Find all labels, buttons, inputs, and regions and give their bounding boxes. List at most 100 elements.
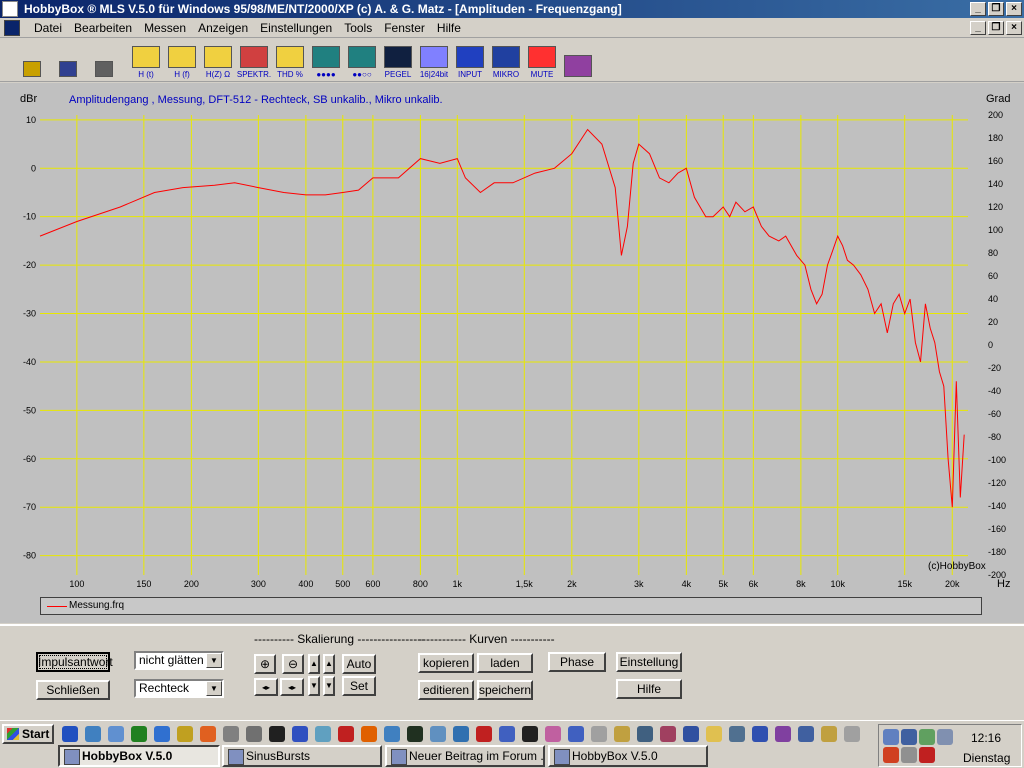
quick-launch-icon[interactable] [453, 726, 469, 742]
zoom-in-button[interactable]: ⊕ [254, 654, 276, 674]
tray-icon[interactable] [883, 729, 899, 745]
window-function-select[interactable]: Rechteck ▼ [134, 679, 224, 698]
toolbar-level-button[interactable]: PEGEL [380, 43, 416, 79]
toolbar-spectrum-button[interactable]: SPEKTR. [236, 43, 272, 79]
quick-launch-icon[interactable] [591, 726, 607, 742]
quick-launch-icon[interactable] [177, 726, 193, 742]
quick-launch-icon[interactable] [338, 726, 354, 742]
quick-launch-icon[interactable] [476, 726, 492, 742]
task-hobbybox-1[interactable]: HobbyBox V.5.0 [58, 745, 220, 767]
menu-hilfe[interactable]: Hilfe [431, 21, 467, 35]
menu-datei[interactable]: Datei [28, 21, 68, 35]
minimize-button[interactable]: _ [970, 2, 986, 16]
menu-anzeigen[interactable]: Anzeigen [192, 21, 254, 35]
task-hobbybox-2[interactable]: HobbyBox V.5.0 [548, 745, 708, 767]
clock[interactable]: 12:16 [971, 731, 1001, 745]
quick-launch-icon[interactable] [637, 726, 653, 742]
phase-button[interactable]: Phase [548, 652, 606, 672]
start-button[interactable]: Start [2, 724, 54, 744]
chevron-down-icon[interactable]: ▼ [206, 653, 222, 668]
window-title-bar[interactable]: HobbyBox ® MLS V.5.0 für Windows 95/98/M… [0, 0, 1024, 18]
tray-icon[interactable] [919, 729, 935, 745]
tray-icon[interactable] [883, 747, 899, 763]
quick-launch-icon[interactable] [108, 726, 124, 742]
child-minimize-button[interactable]: _ [970, 21, 986, 35]
scale-down2-button[interactable]: ▼ [323, 676, 335, 696]
quick-launch-icon[interactable] [200, 726, 216, 742]
toolbar-save-disk-button[interactable] [50, 43, 86, 79]
toolbar-signal-button[interactable]: ●●●● [308, 43, 344, 79]
load-curve-button[interactable]: laden [477, 653, 533, 673]
save-curve-button[interactable]: speichern [477, 680, 533, 700]
quick-launch-icon[interactable] [798, 726, 814, 742]
quick-launch-icon[interactable] [246, 726, 262, 742]
quick-launch-icon[interactable] [706, 726, 722, 742]
quick-launch-icon[interactable] [522, 726, 538, 742]
quick-launch-icon[interactable] [614, 726, 630, 742]
quick-launch-icon[interactable] [844, 726, 860, 742]
menu-einstellungen[interactable]: Einstellungen [254, 21, 338, 35]
child-restore-button[interactable]: ❐ [988, 21, 1004, 35]
toolbar-mute-button[interactable]: MUTE [524, 43, 560, 79]
toolbar-open-folder-button[interactable] [14, 43, 50, 79]
toolbar-microphone-button[interactable]: MIKRO [488, 43, 524, 79]
tray-icon[interactable] [937, 729, 953, 745]
quick-launch-icon[interactable] [85, 726, 101, 742]
quick-launch-icon[interactable] [384, 726, 400, 742]
toolbar-frequency-response-button[interactable]: H (f) [164, 43, 200, 79]
toolbar-bitdepth-button[interactable]: 16|24bit [416, 43, 452, 79]
quick-launch-icon[interactable] [361, 726, 377, 742]
task-forum-post[interactable]: Neuer Beitrag im Forum ... [385, 745, 545, 767]
chevron-down-icon[interactable]: ▼ [206, 681, 222, 696]
toolbar-impedance-button[interactable]: H(Z) Ω [200, 43, 236, 79]
quick-launch-icon[interactable] [568, 726, 584, 742]
toolbar-bars-button[interactable]: ●●○○ [344, 43, 380, 79]
close-window-button[interactable]: Schließen [36, 680, 110, 700]
settings-button[interactable]: Einstellung [616, 652, 682, 672]
menu-fenster[interactable]: Fenster [378, 21, 431, 35]
auto-scale-button[interactable]: Auto [342, 654, 376, 674]
scale-up-button[interactable]: ▲ [308, 654, 320, 674]
quick-launch-icon[interactable] [821, 726, 837, 742]
set-scale-button[interactable]: Set [342, 676, 376, 696]
toolbar-input-button[interactable]: INPUT [452, 43, 488, 79]
app-icon[interactable] [2, 1, 18, 17]
quick-launch-icon[interactable] [223, 726, 239, 742]
quick-launch-icon[interactable] [683, 726, 699, 742]
zoom-out-button[interactable]: ⊖ [282, 654, 304, 674]
scale-down-button[interactable]: ▼ [308, 676, 320, 696]
quick-launch-icon[interactable] [292, 726, 308, 742]
menu-messen[interactable]: Messen [138, 21, 192, 35]
quick-launch-icon[interactable] [131, 726, 147, 742]
scale-up2-button[interactable]: ▲ [323, 654, 335, 674]
toolbar-impulse-response-button[interactable]: H (t) [128, 43, 164, 79]
tray-icon[interactable] [919, 747, 935, 763]
child-close-button[interactable]: × [1006, 21, 1022, 35]
quick-launch-icon[interactable] [430, 726, 446, 742]
shift-left-button[interactable]: ◂▸ [254, 678, 278, 696]
quick-launch-icon[interactable] [545, 726, 561, 742]
smoothing-select[interactable]: nicht glätten ▼ [134, 651, 224, 670]
quick-launch-icon[interactable] [499, 726, 515, 742]
close-button[interactable]: × [1006, 2, 1022, 16]
quick-launch-icon[interactable] [729, 726, 745, 742]
quick-launch-icon[interactable] [407, 726, 423, 742]
toolbar-print-button[interactable] [86, 43, 122, 79]
child-window-icon[interactable] [4, 19, 20, 36]
tray-icon[interactable] [901, 747, 917, 763]
quick-launch-icon[interactable] [315, 726, 331, 742]
maximize-button[interactable]: ❐ [988, 2, 1004, 16]
toolbar-probe-button[interactable] [560, 43, 596, 79]
tray-icon[interactable] [901, 729, 917, 745]
quick-launch-icon[interactable] [660, 726, 676, 742]
task-sinusbursts[interactable]: SinusBursts [222, 745, 382, 767]
quick-launch-icon[interactable] [775, 726, 791, 742]
quick-launch-icon[interactable] [269, 726, 285, 742]
menu-bearbeiten[interactable]: Bearbeiten [68, 21, 138, 35]
impulse-response-button[interactable]: Impulsantwort [36, 652, 113, 672]
copy-curve-button[interactable]: kopieren [418, 653, 474, 673]
quick-launch-icon[interactable] [154, 726, 170, 742]
help-button[interactable]: Hilfe [616, 679, 682, 699]
edit-curve-button[interactable]: editieren [418, 680, 474, 700]
shift-right-button[interactable]: ◂▸ [280, 678, 304, 696]
